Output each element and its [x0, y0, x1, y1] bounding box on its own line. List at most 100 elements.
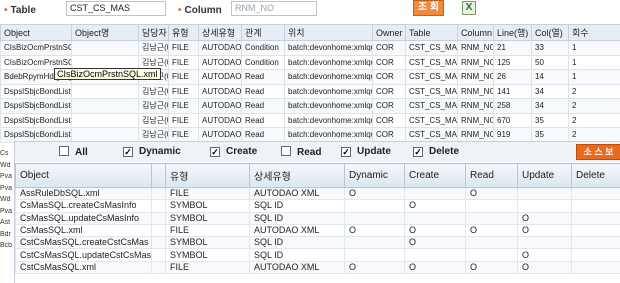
col-header-location[interactable]: 위치 — [284, 24, 373, 41]
cell-object-name — [71, 127, 139, 143]
checkbox-dynamic[interactable]: ✓ — [123, 147, 133, 157]
filter-bar: All ✓ Dynamic ✓ Create Read ✓ Update ✓ Delet… — [15, 142, 620, 162]
filter-update[interactable]: ✓ Update — [341, 146, 391, 158]
cell-create: O — [404, 260, 466, 275]
filter-create[interactable]: ✓ Create — [210, 146, 257, 158]
cell-location: batch:devonhome:xmlquery — [284, 54, 373, 70]
cell-type: FILE — [168, 112, 199, 128]
cell-count: 2 — [568, 112, 620, 128]
cell-type: SYMBOL — [165, 236, 250, 250]
col-header-type[interactable]: 유형 — [165, 163, 250, 188]
col-header-count[interactable]: 회수 — [568, 24, 620, 41]
col-header-owner[interactable]: Owner — [372, 24, 406, 41]
table-row[interactable]: CstCsMasSQL.xml FILE AUTODAO XML O O O O — [15, 260, 620, 275]
table-input[interactable]: CST_CS_MAS — [66, 1, 166, 16]
col-header-col[interactable]: Col(열) — [531, 24, 569, 41]
cell-detail-type: SQL ID — [249, 248, 345, 262]
table-row[interactable]: CsMasSQL.xml FILE AUTODAO XML O O O O — [15, 223, 620, 238]
cell-create: O — [404, 199, 466, 213]
table-row[interactable]: CsMasSQL.createCsMasInfo SYMBOL SQL ID O — [15, 199, 620, 213]
col-header-blank[interactable] — [151, 163, 166, 188]
cell-object: CsMasSQL.createCsMasInfo — [15, 199, 152, 213]
table-row[interactable]: DspslSbjcBondListSQL.xml 김남근(0FILEAUTODAO… — [0, 98, 620, 114]
checkbox-all[interactable] — [59, 146, 69, 156]
col-header-delete[interactable]: Delete — [571, 163, 620, 188]
table-row[interactable]: DspslSbjcBondListSQL.xml 김남근(0FILEAUTODAO… — [0, 112, 620, 128]
checkbox-create[interactable]: ✓ — [210, 147, 220, 157]
cell-dynamic — [344, 211, 405, 225]
cell-count: 2 — [568, 127, 620, 143]
cell-blank — [151, 260, 166, 275]
col-header-table[interactable]: Table — [405, 24, 458, 41]
search-button[interactable]: 조 회 — [413, 0, 444, 16]
filter-read[interactable]: Read — [281, 146, 321, 158]
cell-line: 141 — [493, 83, 532, 99]
object-tooltip: CIsBizOcmPrstnSQL.xml — [54, 68, 161, 80]
cell-object-name — [71, 112, 139, 128]
excel-export-icon[interactable]: X — [462, 1, 476, 15]
cell-column: RNM_NO — [457, 127, 494, 143]
col-header-owner-person[interactable]: 담당자 — [138, 24, 169, 41]
cell-col: 34 — [531, 98, 569, 114]
cell-dynamic: O — [344, 260, 405, 275]
cell-read — [465, 199, 518, 213]
col-header-object[interactable]: Object — [15, 163, 152, 188]
checkbox-update[interactable]: ✓ — [341, 147, 351, 157]
table-row[interactable]: CstCsMasSQL.createCstCsMas SYMBOL SQL ID O — [15, 236, 620, 250]
cell-blank — [151, 211, 166, 225]
table-row[interactable]: CstCsMasSQL.updateCstCsMas SYMBOL SQL ID O — [15, 248, 620, 262]
col-header-relation[interactable]: 관계 — [241, 24, 285, 41]
col-header-detail-type[interactable]: 상세유형 — [198, 24, 242, 41]
col-header-detail-type[interactable]: 상세유형 — [249, 163, 345, 188]
col-header-object[interactable]: Object — [0, 24, 72, 41]
cell-dynamic — [344, 236, 405, 250]
bullet-icon: • — [178, 5, 182, 16]
cell-col: 34 — [531, 83, 569, 99]
checkbox-read[interactable] — [281, 146, 291, 156]
cell-delete — [571, 223, 620, 238]
cell-type: FILE — [168, 40, 199, 56]
cell-detail-type: SQL ID — [249, 236, 345, 250]
filter-dynamic[interactable]: ✓ Dynamic — [123, 146, 181, 158]
col-header-dynamic[interactable]: Dynamic — [344, 163, 405, 188]
list-item: Pva — [0, 207, 13, 215]
cell-update — [517, 186, 572, 201]
cell-count: 1 — [568, 69, 620, 85]
filter-all[interactable]: All — [59, 146, 88, 158]
cell-detail-type: AUTODAO — [198, 98, 242, 114]
table-row[interactable]: CsMasSQL.updateCsMasInfo SYMBOL SQL ID O — [15, 211, 620, 225]
view-source-button[interactable]: 소 스 보 — [576, 144, 620, 160]
cell-object-name — [71, 83, 139, 99]
table-row[interactable]: DspslSbjcBondListSQL.xml 김남근(0FILEAUTODAO… — [0, 83, 620, 99]
table-row[interactable]: CIsBizOcmPrstnSQL.xml 김남근(0FILEAUTODAOCon… — [0, 40, 620, 56]
cell-count: 2 — [568, 98, 620, 114]
cell-create — [404, 186, 466, 201]
cell-object: CIsBizOcmPrstnSQL.xml — [0, 40, 72, 56]
cell-detail-type: AUTODAO — [198, 54, 242, 70]
col-header-update[interactable]: Update — [517, 163, 572, 188]
cell-table: CST_CS_MAS — [405, 127, 458, 143]
cell-object: CstCsMasSQL.createCstCsMas — [15, 236, 152, 250]
col-header-create[interactable]: Create — [404, 163, 466, 188]
cell-column: RNM_NO — [457, 40, 494, 56]
col-header-type[interactable]: 유형 — [168, 24, 199, 41]
cell-type: FILE — [168, 54, 199, 70]
cell-column: RNM_NO — [457, 112, 494, 128]
table-row[interactable]: DspslSbjcBondListSQL.xml 김남근(0FILEAUTODAO… — [0, 127, 620, 143]
table-row[interactable]: AssRuleDbSQL.xml FILE AUTODAO XML O O — [15, 186, 620, 201]
col-header-read[interactable]: Read — [465, 163, 518, 188]
cell-type: SYMBOL — [165, 211, 250, 225]
filter-delete[interactable]: ✓ Delete — [413, 146, 459, 158]
col-header-object-name[interactable]: Object명 — [71, 24, 139, 41]
col-header-line[interactable]: Line(행) — [493, 24, 532, 41]
cell-object: CstCsMasSQL.xml — [15, 260, 152, 275]
cell-table: CST_CS_MAS — [405, 54, 458, 70]
cell-location: batch:devonhome:xmlquery — [284, 98, 373, 114]
column-input[interactable]: RNM_NO — [231, 1, 317, 16]
cell-owner: COR — [372, 112, 406, 128]
col-header-column[interactable]: Column — [457, 24, 494, 41]
cell-location: batch:devonhome:xmlquery — [284, 83, 373, 99]
cell-col: 14 — [531, 69, 569, 85]
checkbox-delete[interactable]: ✓ — [413, 147, 423, 157]
cell-relation: Read — [241, 127, 285, 143]
